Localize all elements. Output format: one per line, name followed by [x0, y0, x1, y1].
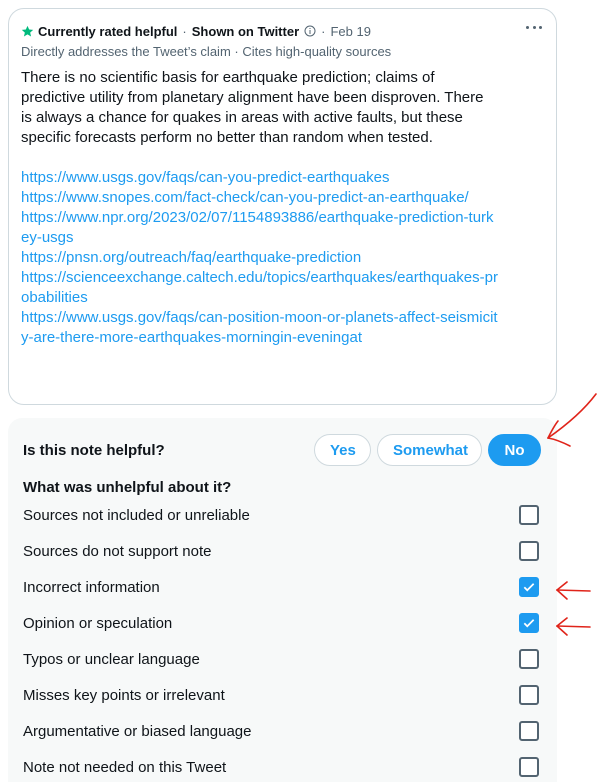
option-checkbox[interactable] [519, 721, 539, 741]
note-links: https://www.usgs.gov/faqs/can-you-predic… [21, 168, 544, 348]
option-row[interactable]: Note not needed on this Tweet [23, 749, 541, 782]
option-label: Sources not included or unreliable [23, 506, 250, 524]
option-row[interactable]: Sources do not support note [23, 533, 541, 569]
info-icon[interactable] [304, 25, 316, 37]
option-label: Opinion or speculation [23, 614, 173, 632]
option-checkbox[interactable] [519, 649, 539, 669]
somewhat-button[interactable]: Somewhat [377, 434, 482, 466]
source-link[interactable]: https://scienceexchange.caltech.edu/topi… [21, 268, 501, 308]
helpful-question-row: Is this note helpful? Yes Somewhat No [23, 434, 541, 466]
option-checkbox[interactable] [519, 505, 539, 525]
option-label: Misses key points or irrelevant [23, 686, 225, 704]
star-icon [21, 25, 34, 38]
source-link[interactable]: https://www.npr.org/2023/02/07/115489388… [21, 208, 501, 248]
note-text: There is no scientific basis for earthqu… [21, 69, 484, 146]
option-row[interactable]: Typos or unclear language [23, 641, 541, 677]
option-label: Note not needed on this Tweet [23, 758, 227, 776]
option-row[interactable]: Opinion or speculation [23, 605, 541, 641]
option-label: Sources do not support note [23, 542, 212, 560]
note-status-row: Currently rated helpful · Shown on Twitt… [21, 22, 544, 40]
more-options-icon[interactable] [526, 23, 542, 31]
no-button[interactable]: No [488, 434, 541, 466]
separator-dot: · [182, 23, 187, 39]
helpful-question: Is this note helpful? [23, 441, 165, 459]
option-checkbox[interactable] [519, 577, 539, 597]
option-checkbox[interactable] [519, 541, 539, 561]
option-checkbox[interactable] [519, 685, 539, 705]
community-note-card: Currently rated helpful · Shown on Twitt… [8, 8, 557, 405]
note-status-label: Currently rated helpful [38, 23, 178, 39]
source-link[interactable]: https://www.usgs.gov/faqs/can-position-m… [21, 308, 501, 348]
option-label: Typos or unclear language [23, 650, 200, 668]
annotation-arrow-icon [556, 581, 591, 600]
separator-dot: · [321, 23, 326, 39]
unhelpful-options: Sources not included or unreliable Sourc… [23, 497, 541, 782]
option-label: Incorrect information [23, 578, 160, 596]
option-row[interactable]: Argumentative or biased language [23, 713, 541, 749]
source-link[interactable]: https://www.usgs.gov/faqs/can-you-predic… [21, 168, 501, 188]
unhelpful-title: What was unhelpful about it? [23, 479, 232, 496]
annotation-arrow-icon [556, 617, 591, 636]
shown-on-label: Shown on Twitter [191, 23, 300, 39]
option-checkbox[interactable] [519, 613, 539, 633]
note-reasons: Directly addresses the Tweet’s claim · C… [21, 44, 392, 59]
source-link[interactable]: https://pnsn.org/outreach/faq/earthquake… [21, 248, 501, 268]
source-link[interactable]: https://www.snopes.com/fact-check/can-yo… [21, 188, 501, 208]
option-row[interactable]: Incorrect information [23, 569, 541, 605]
rating-panel: Is this note helpful? Yes Somewhat No Wh… [8, 418, 557, 782]
option-row[interactable]: Sources not included or unreliable [23, 497, 541, 533]
option-row[interactable]: Misses key points or irrelevant [23, 677, 541, 713]
yes-button[interactable]: Yes [314, 434, 371, 466]
option-label: Argumentative or biased language [23, 722, 252, 740]
note-date: Feb 19 [330, 23, 371, 39]
option-checkbox[interactable] [519, 757, 539, 777]
